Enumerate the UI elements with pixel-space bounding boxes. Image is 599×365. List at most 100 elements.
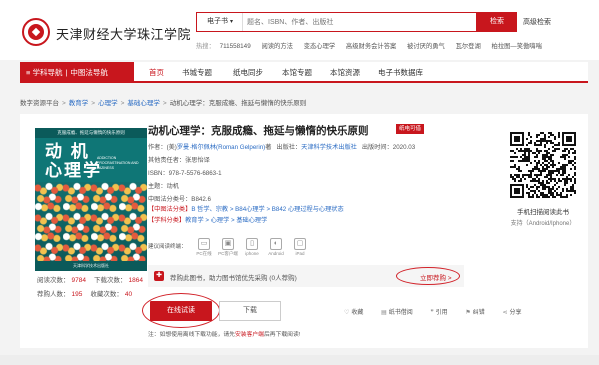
author-role: 著 xyxy=(265,144,272,151)
discipline-link[interactable]: 教育学 > 心理学 > 基础心理学 xyxy=(185,217,267,224)
clc-class-link[interactable]: B 哲学、宗教 > B84心理学 > B842 心理过程与心理状态 xyxy=(191,206,343,213)
action-label: 纸书借阅 xyxy=(388,310,413,316)
borrowable-badge: 纸电可借 xyxy=(396,124,425,134)
nav-print-ebook-sync[interactable]: 纸电同步 xyxy=(233,62,263,83)
reader-pc-online[interactable]: ▭ PC在线 xyxy=(192,238,216,257)
share-icon: ⋖ xyxy=(502,310,508,316)
breadcrumb-separator: > xyxy=(91,100,96,107)
advanced-search-link[interactable]: 高级检索 xyxy=(523,17,551,27)
nav-ebook-database[interactable]: 电子书数据库 xyxy=(378,62,423,83)
nav-subject-navigation[interactable]: 学科导航 xyxy=(32,68,62,77)
reader-label-text: iPad xyxy=(295,251,305,256)
search-button[interactable]: 检索 xyxy=(477,12,517,32)
reader-label-text: PC在线 xyxy=(196,251,212,256)
nav-library-topics[interactable]: 本馆专题 xyxy=(282,62,312,83)
author-label: 作者： xyxy=(148,144,167,151)
cover-title-line: 心理学 xyxy=(45,161,102,180)
hot-search-item[interactable]: 高级财务会计答案 xyxy=(346,43,396,50)
main-nav: ≡ 学科导航 | 中图法导航 首页 书城专题 纸电同步 本馆专题 本馆资源 电子书数… xyxy=(20,62,588,83)
nav-clc-navigation[interactable]: 中图法导航 xyxy=(70,68,108,77)
book-cover[interactable]: 克服成瘾、拖延与懒惰的快乐原则 动 机 心理学 ADDICTION PROCRA… xyxy=(35,128,147,271)
hot-search-item[interactable]: 变态心理学 xyxy=(304,43,335,50)
recommend-bar: ✚ 荐购此图书，助力图书馆优先采购 (0人荐购) 立即荐购 > xyxy=(148,265,464,287)
clc-number-row: 中图法分类号：B842.6 xyxy=(148,196,211,203)
discipline-row: 【学科分类】教育学 > 心理学 > 基础心理学 xyxy=(148,215,267,224)
category-nav: ≡ 学科导航 | 中图法导航 xyxy=(20,62,134,83)
recommend-count: 195 xyxy=(71,291,83,298)
book-detail-card: 克服成瘾、拖延与懒惰的快乐原则 动 机 心理学 ADDICTION PROCRA… xyxy=(20,114,588,348)
breadcrumb-current: 动机心理学：克服成瘾、拖延与懒惰的快乐原则 xyxy=(169,100,307,107)
nav-home[interactable]: 首页 xyxy=(149,62,164,83)
tip-text: 后再下载阅读! xyxy=(263,332,301,338)
reader-label-text: PC客户端 xyxy=(218,251,238,256)
breadcrumb-item[interactable]: 基础心理学 xyxy=(127,100,160,107)
author-link[interactable]: 罗曼·格尔佩林(Roman Gelperin) xyxy=(177,144,265,151)
hot-search-item[interactable]: 柏拉图—笑傲嗨喘 xyxy=(492,43,542,50)
subject-row: 主题：动机 xyxy=(148,183,179,190)
reader-android[interactable]: ◐ Android xyxy=(264,238,288,256)
reader-pc-client[interactable]: ▣ PC客户端 xyxy=(216,238,240,257)
quote-icon: ❞ xyxy=(430,310,434,316)
author-nationality: (美) xyxy=(166,144,177,151)
cover-title: 动 机 心理学 xyxy=(45,142,102,180)
recommend-now-link[interactable]: 立即荐购 > xyxy=(420,272,452,282)
reader-label-text: Android xyxy=(268,251,284,256)
recommend-collect-stats: 荐购人数： 195 收藏次数： 40 xyxy=(37,288,140,298)
search-input[interactable] xyxy=(247,13,467,31)
publisher-link[interactable]: 天津科学技术出版社 xyxy=(301,144,357,151)
nav-separator: | xyxy=(65,68,68,77)
hot-search-row: 热搜： 711558149 阅读的方法 变态心理学 高级财务会计答案 被讨厌的勇… xyxy=(196,41,551,50)
action-label: 收藏 xyxy=(351,310,364,316)
recommend-text: 荐购此图书，助力图书馆优先采购 (0人荐购) xyxy=(170,275,297,282)
report-error-action[interactable]: ⚑ 纠错 xyxy=(465,310,492,316)
reader-iphone[interactable]: ▯ iphone xyxy=(240,238,264,256)
thumbs-up-icon: ✚ xyxy=(154,271,164,281)
share-action[interactable]: ⋖ 分享 xyxy=(502,310,529,316)
nav-book-topics[interactable]: 书城专题 xyxy=(182,62,212,83)
author-publisher-row: 作者：(美)罗曼·格尔佩林(Roman Gelperin)著 出版社：天津科学技术… xyxy=(148,142,415,151)
clc-class-row: 【中图法分类】B 哲学、宗教 > B84心理学 > B842 心理过程与心理状态 xyxy=(148,204,344,213)
download-count-label: 下载次数： xyxy=(93,277,127,284)
hot-search-item[interactable]: 瓦尔登湖 xyxy=(456,43,481,50)
pubdate-label: 出版时间： xyxy=(361,144,393,151)
pc-client-icon: ▣ xyxy=(222,238,234,250)
hot-search-item[interactable]: 711558149 xyxy=(220,43,251,50)
reader-ipad[interactable]: ▢ iPad xyxy=(288,238,312,256)
flag-icon: ⚑ xyxy=(465,310,471,316)
breadcrumb-separator: > xyxy=(162,100,167,107)
nav-library-resources[interactable]: 本馆资源 xyxy=(330,62,360,83)
ipad-icon: ▢ xyxy=(294,238,306,250)
recommend-count-label: 荐购人数： xyxy=(37,291,70,298)
android-icon: ◐ xyxy=(270,238,282,250)
reader-label: 建议阅读终端： xyxy=(148,244,187,250)
cover-english-title: ADDICTION PROCRASTINATION AND LAZINESS xyxy=(97,156,139,170)
action-label: 纠错 xyxy=(472,310,485,316)
breadcrumb-separator: > xyxy=(120,100,125,107)
download-tip: 注：如想使用离线下载功能，请先安装客户端后再下载阅读! xyxy=(148,329,300,338)
breadcrumb-item[interactable]: 心理学 xyxy=(98,100,118,107)
read-online-button[interactable]: 在线试读 xyxy=(150,301,212,321)
isbn-row: ISBN：978-7-5576-6863-1 xyxy=(148,170,222,177)
qr-code xyxy=(510,132,576,198)
hot-search-label: 热搜： xyxy=(196,43,215,50)
install-client-link[interactable]: 安装客户端 xyxy=(235,332,264,338)
site-logo-text[interactable]: 天津财经大学珠江学院 xyxy=(56,24,191,43)
qr-support-text: 支持（Android/Iphone） xyxy=(510,221,576,227)
breadcrumb-item[interactable]: 数字资源平台 xyxy=(20,100,59,107)
cite-action[interactable]: ❞ 引用 xyxy=(430,310,455,316)
breadcrumb-item[interactable]: 教育学 xyxy=(69,100,89,107)
download-count: 1864 xyxy=(128,277,143,284)
collect-count-label: 收藏次数： xyxy=(90,291,123,298)
hot-search-item[interactable]: 被讨厌的勇气 xyxy=(407,43,445,50)
collect-action[interactable]: ♡ 收藏 xyxy=(344,310,371,316)
clc-class-label: 【中图法分类】 xyxy=(148,206,192,213)
download-button[interactable]: 下载 xyxy=(219,301,281,321)
reader-label-text: iphone xyxy=(245,251,259,256)
university-logo-icon[interactable] xyxy=(22,18,50,46)
paper-borrow-action[interactable]: ▤ 纸书借阅 xyxy=(381,310,421,316)
cover-illustration xyxy=(35,182,147,271)
book-actions: ♡ 收藏 ▤ 纸书借阅 ❞ 引用 ⚑ 纠错 ⋖ 分享 xyxy=(344,307,537,316)
publisher-label: 出版社： xyxy=(276,144,302,151)
hot-search-item[interactable]: 阅读的方法 xyxy=(261,43,292,50)
search-type-select[interactable]: 电子书 ▾ xyxy=(197,13,243,31)
